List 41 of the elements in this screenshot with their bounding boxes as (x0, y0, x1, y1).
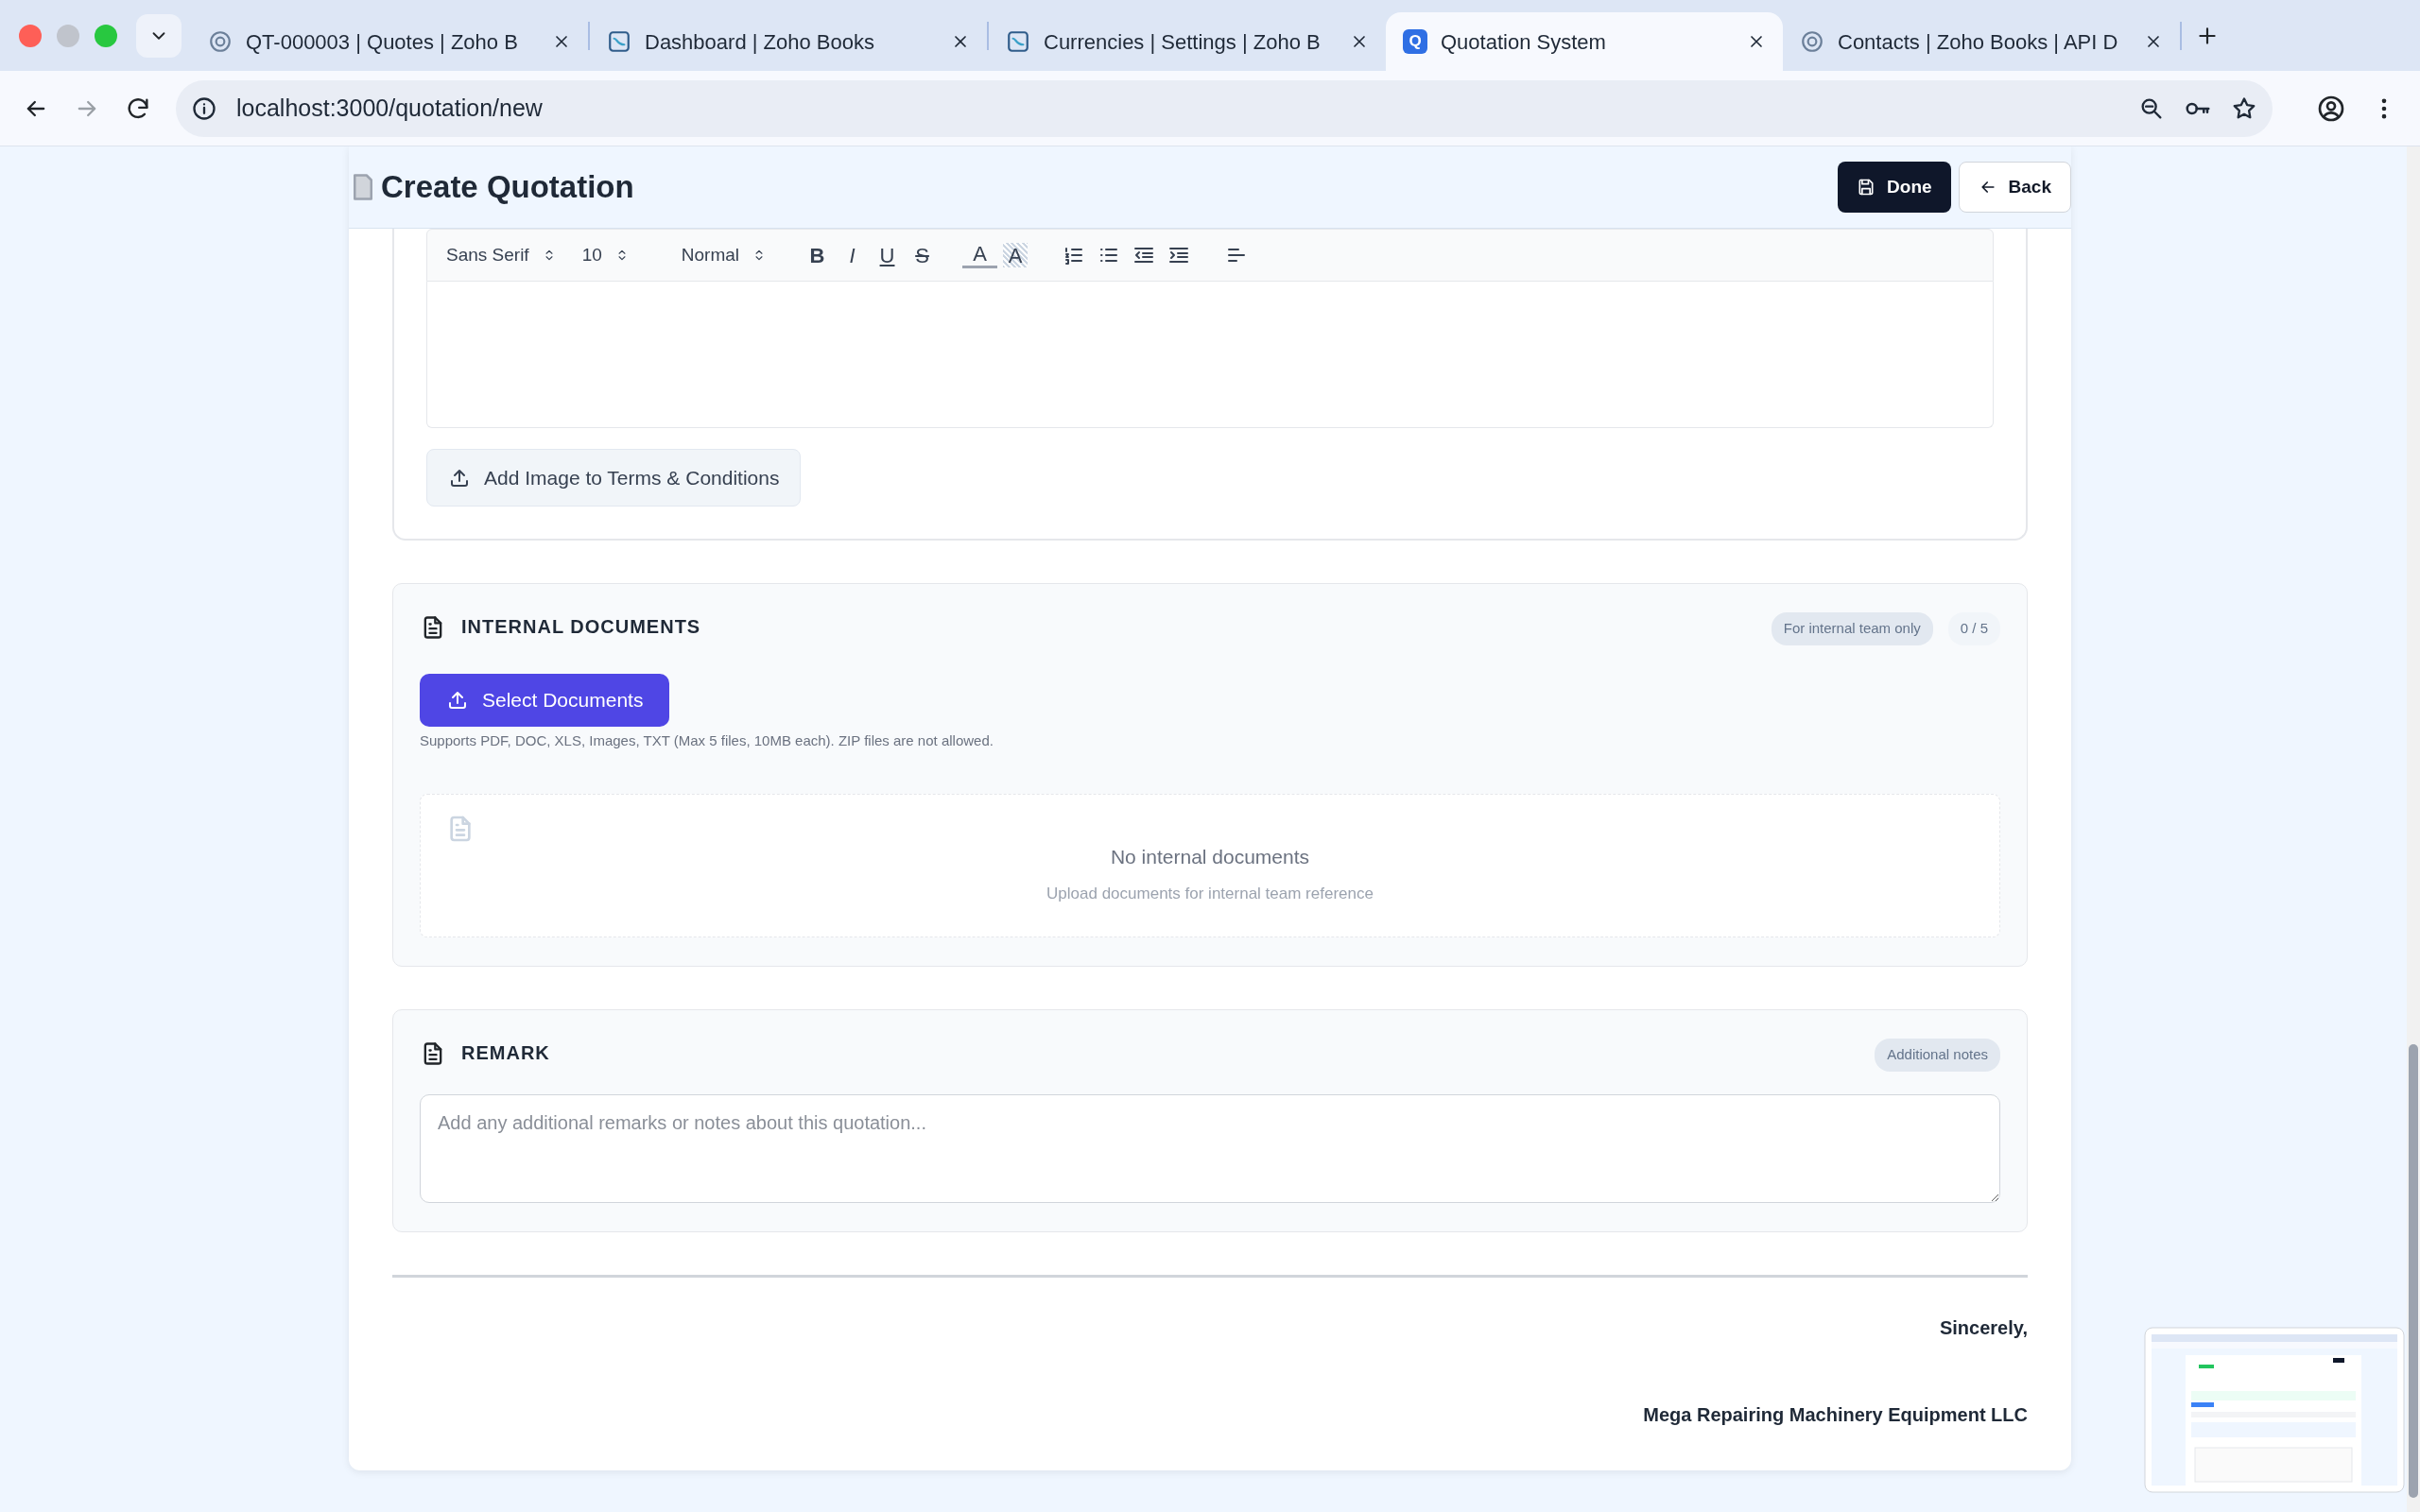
closing-text: Sincerely, (1938, 1315, 2028, 1340)
screenshot-thumbnail-drawing[interactable] (2144, 1327, 2405, 1493)
internal-badge: For internal team only (1771, 612, 1933, 645)
underline-button[interactable]: U (870, 239, 906, 271)
format-select[interactable]: 10 (581, 241, 629, 269)
browser-tab[interactable]: Dashboard | Zoho Books (590, 12, 987, 71)
empty-text: Upload documents for internal team reference (1046, 883, 1374, 904)
help-text: Supports PDF, DOC, XLS, Images, TXT (Max 5 files, 10MB each). ZIP files are not allowed. (420, 730, 994, 750)
browser-tab[interactable]: Contacts | Zoho Books | API D (1783, 12, 2180, 71)
done-button[interactable]: Done (1838, 162, 1951, 213)
format-select[interactable]: Sans Serif (446, 241, 556, 269)
strike-button[interactable]: S (905, 239, 941, 271)
section-title: INTERNAL DOCUMENTS (461, 615, 702, 639)
section-title: REMARK (461, 1041, 551, 1065)
browser-tab[interactable]: QT-000003 | Quotes | Zoho B (191, 12, 588, 71)
ring-icon (1800, 29, 1824, 54)
notes-badge: Additional notes (1875, 1039, 2000, 1072)
address-bar[interactable]: localhost:3000/quotation/new (176, 79, 2273, 137)
ring-icon (208, 29, 233, 54)
save-icon (1857, 178, 1876, 197)
back-button[interactable]: Back (1958, 162, 2071, 213)
book-icon (607, 29, 631, 54)
italic-button[interactable]: I (835, 239, 871, 271)
company-name: Mega Repairing Machinery Equipment LLC (1642, 1402, 2028, 1427)
book-icon (1006, 29, 1030, 54)
scrollbar[interactable] (2409, 1044, 2418, 1498)
text-color-button[interactable]: A (962, 242, 998, 268)
select-documents-button[interactable]: Select Documents (420, 673, 670, 727)
empty-title: No internal documents (1109, 845, 1311, 869)
browser-tab[interactable]: Currencies | Settings | Zoho B (989, 12, 1386, 71)
file-count: 0 / 5 (1947, 612, 2000, 645)
bold-button[interactable]: B (800, 239, 836, 271)
remark-field[interactable]: Add any additional remarks or notes about this quotation... (420, 1093, 2000, 1203)
add-image-button[interactable]: Add Image to Terms & Conditions (426, 449, 802, 507)
url-text: localhost:3000/quotation/new (236, 93, 544, 123)
tab-favicon: Q (1403, 29, 1427, 54)
highlight-button[interactable]: A (1003, 243, 1028, 267)
page-title: Create Quotation (381, 168, 634, 207)
browser-tab[interactable]: Q Quotation System (1386, 12, 1783, 71)
format-select[interactable]: Normal (681, 241, 767, 269)
info-icon[interactable] (191, 94, 217, 122)
